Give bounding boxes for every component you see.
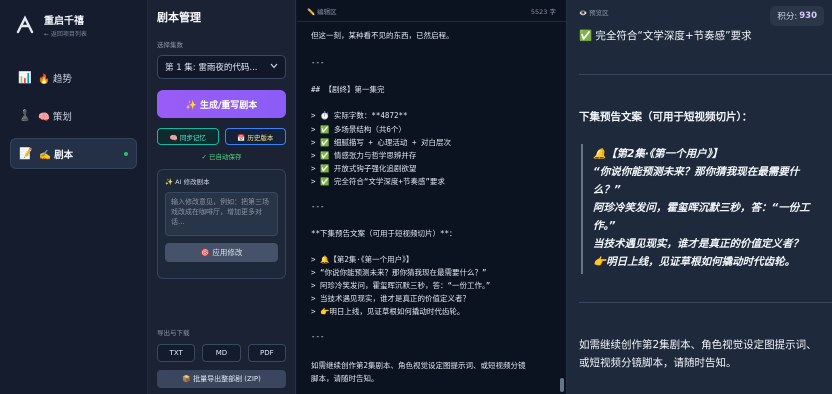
ai-edit-box: ✨ AI 修改剧本 输入修改意见，例如：把第三场戏改成在咖啡厅，增加更多对话..… — [157, 169, 286, 279]
brand: 重启千禧 ← 返回项目列表 — [0, 0, 147, 50]
export-zip-button[interactable]: 📦 批量导出整部剧 (ZIP) — [157, 370, 286, 388]
episode-select-label: 选择集数 — [157, 41, 183, 49]
apply-edit-button[interactable]: 🎯 应用修改 — [165, 243, 278, 262]
quote-line: 作。” — [593, 220, 616, 232]
export-md-button[interactable]: MD — [202, 344, 241, 362]
points-label: 积分: — [777, 12, 798, 22]
quote-line: “你说你能预测未来？那你猜我现在最需要什 — [593, 166, 800, 178]
editor-title: ✏️ 编辑区 — [307, 7, 337, 16]
chess-icon: ♟️ — [18, 109, 32, 122]
export-pdf-button[interactable]: PDF — [247, 344, 286, 362]
sidebar-item-label: 🔥 趋势 — [38, 73, 72, 85]
history-versions-button[interactable]: 📅 历史版本 — [224, 128, 286, 145]
brand-title: 重启千禧 — [44, 16, 84, 27]
editor-line: 如需继续创作第2集剧本、角色视觉设定图提示词、或短视频分镜 — [311, 361, 526, 370]
editor-line: > “你说你能预测未来？那你猜我现在最需要什么？” — [311, 268, 487, 277]
sidebar-item-script[interactable]: 📝 ✍️ 剧本 — [10, 138, 137, 169]
ai-edit-title: ✨ AI 修改剧本 — [165, 178, 210, 186]
editor-line: > 阿珍冷笑发问，霍玺晖沉默三秒，答：“一份工作。” — [311, 281, 491, 290]
editor-line: ## 【剧终】第一集完 — [311, 85, 385, 94]
char-count: 5523 字 — [530, 7, 556, 16]
generate-script-button[interactable]: ✨ 生成/重写剧本 — [157, 90, 286, 118]
editor-line: --- — [311, 58, 325, 67]
export-label: 导出与下载 — [157, 329, 190, 337]
chart-icon: 📊 — [18, 71, 32, 84]
sidebar: 重启千禧 ← 返回项目列表 📊 🔥 趋势 ♟️ 🧠 策划 📝 ✍️ 剧本 — [0, 0, 148, 394]
sidebar-item-label: ✍️ 剧本 — [39, 149, 74, 161]
preview-check-line: ✅ 完全符合“文学深度+节奏感”要求 — [579, 30, 752, 42]
divider — [579, 302, 832, 303]
editor-line: > ✅ 完全符合“文学深度+节奏感”要求 — [311, 177, 445, 186]
divider — [579, 74, 832, 75]
quote-line: 🔔【第2集·《第一个用户》】 — [593, 148, 723, 160]
editor-line: > 🔔【第2集·《第一个用户》】 — [311, 255, 414, 264]
chevron-down-icon — [270, 62, 278, 72]
preview-closing-text: 如需继续创作第2集剧本、角色视觉设定图提示词、或短视频分镜脚本，请随时告知。 — [579, 339, 817, 369]
editor-line: 脚本，请随时告知。 — [311, 374, 379, 383]
panel-title: 剧本管理 — [157, 11, 201, 24]
back-to-projects-link[interactable]: ← 返回项目列表 — [44, 29, 87, 38]
script-panel: 剧本管理 选择集数 第 1 集: 雷雨夜的代码... ✨ 生成/重写剧本 🧠 同… — [148, 0, 296, 394]
editor-line: --- — [311, 332, 325, 341]
editor-pane[interactable]: ✏️ 编辑区 5523 字 但这一刻，某种看不见的东西，已然启程。 --- ##… — [297, 0, 567, 394]
editor-line: > ✅ 细腻描写 + 心理活动 + 对白层次 — [311, 138, 451, 147]
logo-icon — [14, 14, 36, 36]
editor-line: > ⏱️ 实际字数：**4872** — [311, 111, 408, 120]
export-txt-button[interactable]: TXT — [157, 344, 196, 362]
sidebar-item-label: 🧠 策划 — [38, 111, 72, 123]
editor-header: ✏️ 编辑区 5523 字 — [297, 0, 566, 22]
preview-pane: 👁️ 预览区 积分: 930 ✅ 完全符合“文学深度+节奏感”要求 下集预告文案… — [567, 0, 832, 394]
editor-line: > 👉明日上线，见证草根如何撬动时代齿轮。 — [311, 307, 465, 316]
editor-scrollbar[interactable] — [560, 378, 564, 392]
quote-line: 阿珍冷笑发问，霍玺晖沉默三秒，答：“一份工 — [593, 202, 810, 214]
editor-line: --- — [311, 202, 325, 211]
sidebar-item-trends[interactable]: 📊 🔥 趋势 — [10, 62, 137, 93]
sync-memory-button[interactable]: 🧠 同步记忆 — [157, 128, 219, 145]
autosave-status: ✓ 已自动保存 — [201, 153, 242, 161]
editor-line: > ✅ 多场景结构（共6个） — [311, 125, 406, 134]
sidebar-nav: 📊 🔥 趋势 ♟️ 🧠 策划 📝 ✍️ 剧本 — [0, 62, 147, 169]
ai-edit-input[interactable]: 输入修改意见，例如：把第三场戏改成在咖啡厅，增加更多对话... — [165, 192, 278, 236]
editor-line: **下集预告文案（可用于短视频切片）**： — [311, 229, 457, 238]
blockquote-bar — [581, 144, 583, 274]
editor-line: > ✅ 情感张力与哲学思辨并存 — [311, 151, 417, 160]
editor-line: > ✅ 开放式钩子强化追剧欲望 — [311, 164, 417, 173]
quote-line: 👉明日上线，见证草根如何撬动时代齿轮。 — [593, 256, 796, 268]
quote-line: 当技术遇见现实，谁才是真正的价值定义者？ — [593, 238, 803, 250]
active-indicator — [124, 151, 128, 156]
editor-line: > 当技术遇见现实，谁才是真正的价值定义者？ — [311, 294, 471, 303]
episode-select-value: 第 1 集: 雷雨夜的代码... — [165, 63, 258, 73]
episode-select[interactable]: 第 1 集: 雷雨夜的代码... — [157, 55, 286, 79]
points-value: 930 — [799, 11, 817, 21]
preview-heading: 下集预告文案（可用于短视频切片）： — [579, 111, 753, 123]
memo-icon: 📝 — [19, 147, 33, 160]
editor-line: 但这一刻，某种看不见的东西，已然启程。 — [311, 31, 454, 40]
quote-line: 么？” — [593, 184, 621, 196]
points-badge: 积分: 930 — [770, 6, 824, 26]
sidebar-item-planning[interactable]: ♟️ 🧠 策划 — [10, 100, 137, 131]
